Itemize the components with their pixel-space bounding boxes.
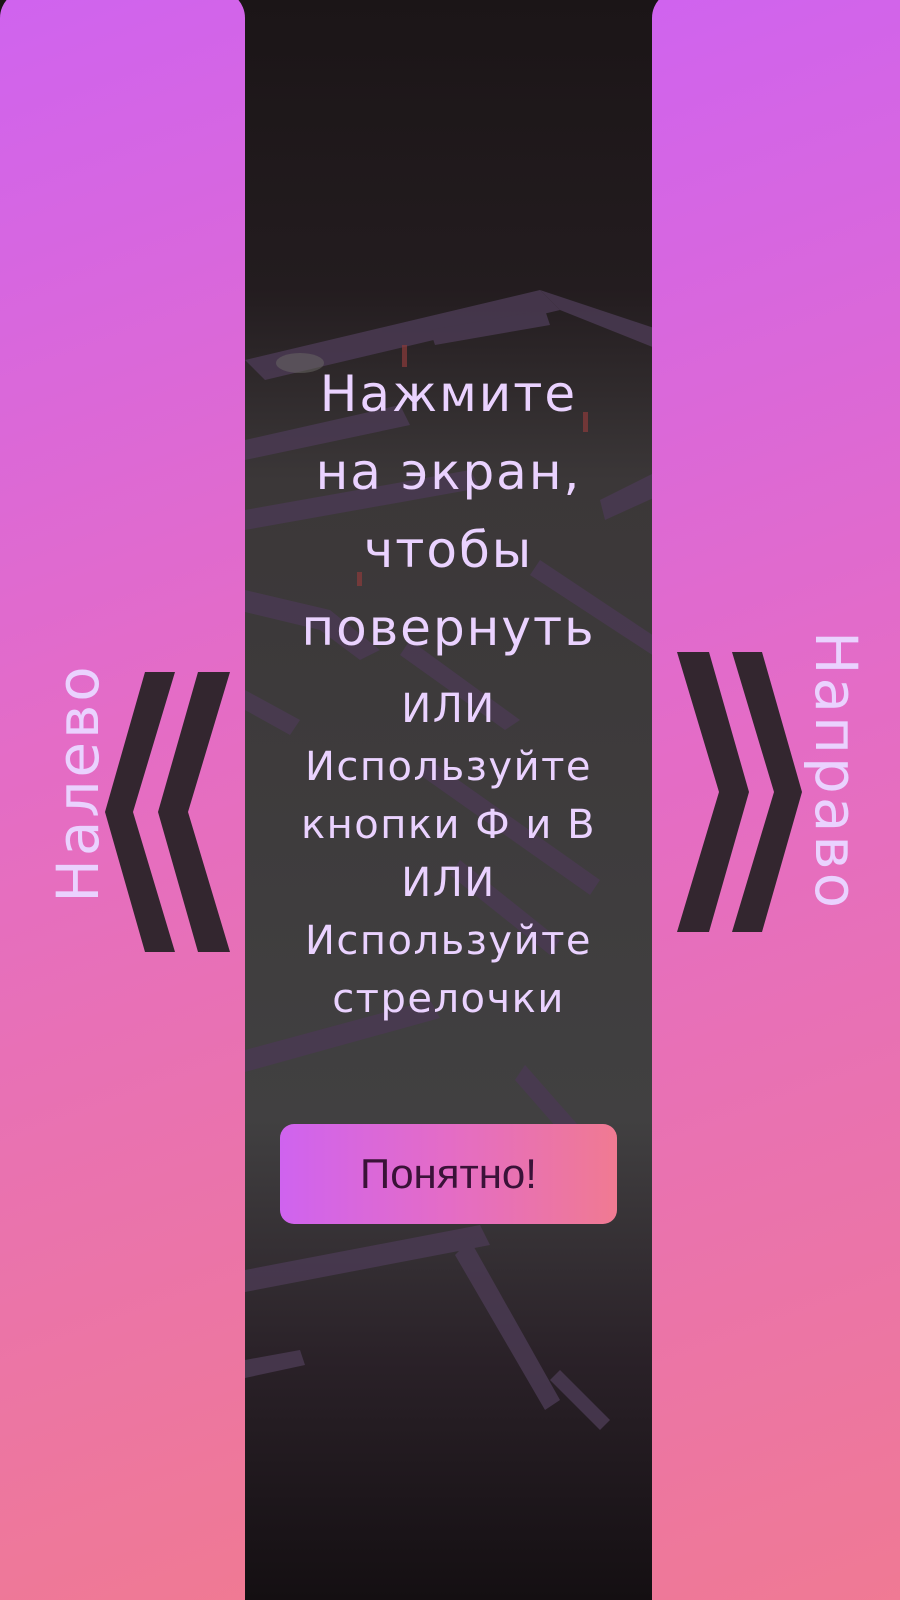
game-screen: Налево Направо Нажмите на экран, чтобы п… — [0, 0, 900, 1600]
instruction-line: на экран, — [315, 443, 582, 501]
alt-line: стрелочки — [332, 976, 565, 1022]
turn-left-label: Налево — [44, 663, 112, 903]
instruction-line: чтобы — [363, 521, 534, 579]
alt-line: кнопки Ф и В — [300, 802, 597, 848]
alt-line: ИЛИ — [401, 686, 496, 732]
alt-line: Используйте — [304, 744, 593, 790]
tap-instructions: Нажмите на экран, чтобы повернуть — [245, 355, 652, 667]
double-chevron-right-icon — [677, 652, 802, 932]
got-it-button[interactable]: Понятно! — [280, 1124, 617, 1224]
alternative-controls-text: ИЛИ Используйте кнопки Ф и В ИЛИ Использ… — [245, 680, 652, 1028]
alt-line: Используйте — [304, 918, 593, 964]
turn-right-label: Направо — [802, 630, 870, 912]
instruction-line: Нажмите — [319, 365, 578, 423]
double-chevron-left-icon — [105, 672, 230, 952]
instruction-line: повернуть — [301, 599, 596, 657]
alt-line: ИЛИ — [401, 860, 496, 906]
